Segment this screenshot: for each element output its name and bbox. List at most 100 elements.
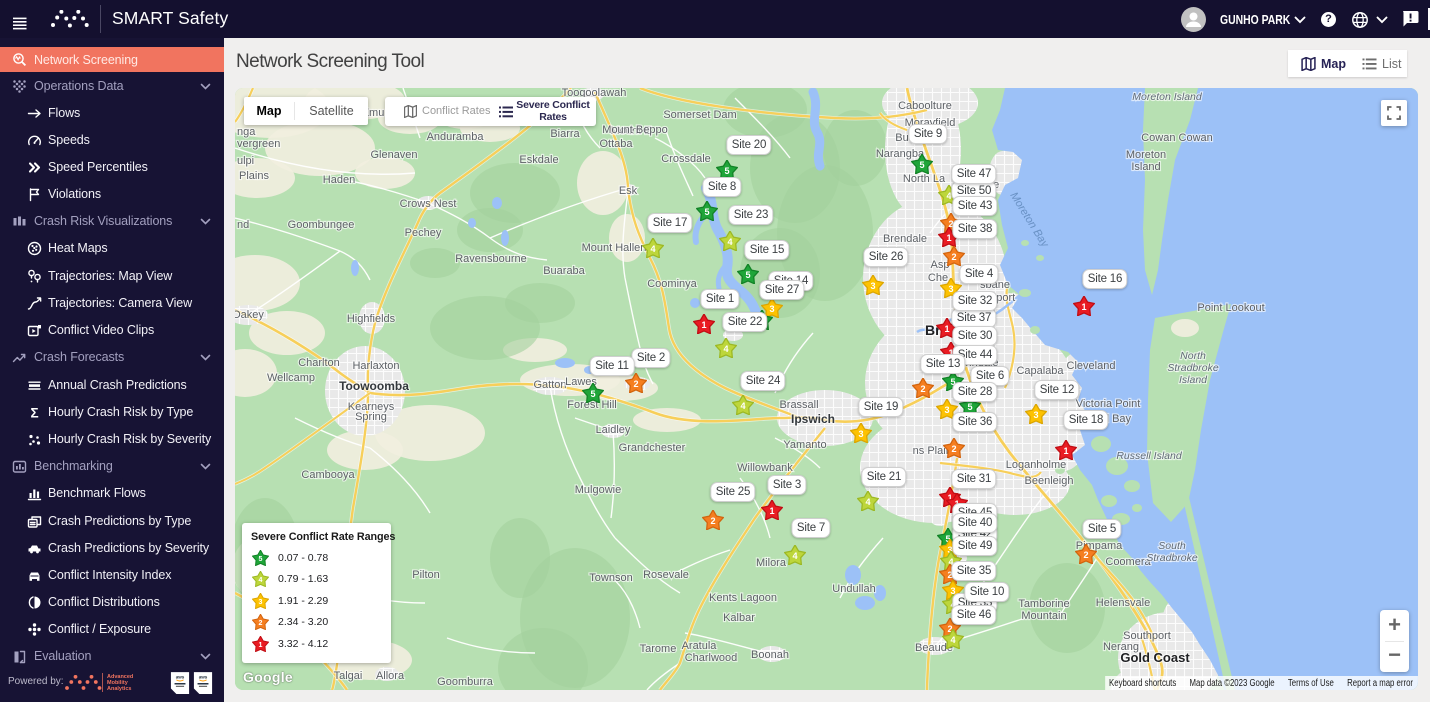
svg-text:Ipswich: Ipswich bbox=[791, 412, 835, 426]
svg-text:Pechey: Pechey bbox=[405, 227, 442, 239]
svg-text:Aratula: Aratula bbox=[682, 640, 718, 652]
svg-text:Kalbar: Kalbar bbox=[723, 612, 755, 624]
svg-text:Toowoomba: Toowoomba bbox=[339, 379, 409, 393]
svg-text:2: 2 bbox=[633, 379, 638, 389]
svg-text:3: 3 bbox=[259, 598, 263, 606]
svg-text:5: 5 bbox=[745, 270, 750, 280]
svg-text:Goomburra: Goomburra bbox=[437, 676, 494, 688]
svg-text:Milora: Milora bbox=[756, 557, 787, 569]
svg-text:Mountain: Mountain bbox=[1021, 610, 1066, 622]
svg-text:Harlaxton: Harlaxton bbox=[352, 360, 399, 372]
svg-text:South: South bbox=[1158, 540, 1186, 552]
svg-text:Buaraba: Buaraba bbox=[543, 265, 585, 277]
svg-text:Loganholme: Loganholme bbox=[1006, 459, 1067, 471]
svg-text:3: 3 bbox=[948, 284, 953, 294]
svg-text:Island: Island bbox=[1179, 374, 1208, 386]
svg-text:Eskdale: Eskdale bbox=[519, 154, 558, 166]
svg-text:Rosevale: Rosevale bbox=[643, 569, 689, 581]
svg-text:nga: nga bbox=[237, 126, 256, 138]
svg-text:Townson: Townson bbox=[589, 572, 632, 584]
svg-text:3: 3 bbox=[944, 405, 949, 415]
svg-text:Tarome: Tarome bbox=[640, 643, 677, 655]
svg-text:Allora: Allora bbox=[376, 670, 405, 682]
svg-text:aws: aws bbox=[199, 675, 208, 680]
svg-text:Oakey: Oakey bbox=[235, 309, 264, 321]
svg-text:vergreen: vergreen bbox=[237, 138, 280, 150]
svg-text:Russell Island: Russell Island bbox=[1116, 450, 1183, 462]
svg-text:1: 1 bbox=[769, 506, 774, 516]
svg-text:Charlwood: Charlwood bbox=[685, 652, 738, 664]
svg-text:2: 2 bbox=[951, 252, 956, 262]
svg-text:Talgai: Talgai bbox=[334, 670, 363, 682]
svg-text:Charlton: Charlton bbox=[298, 357, 340, 369]
svg-text:Esk: Esk bbox=[619, 185, 638, 197]
svg-text:1: 1 bbox=[259, 641, 263, 649]
svg-text:Mulgowie: Mulgowie bbox=[575, 484, 621, 496]
svg-text:2: 2 bbox=[1083, 550, 1088, 560]
svg-text:Yamanto: Yamanto bbox=[783, 439, 826, 451]
svg-text:Island: Island bbox=[1131, 161, 1160, 173]
svg-text:5: 5 bbox=[590, 389, 595, 399]
svg-text:1: 1 bbox=[946, 233, 951, 243]
svg-text:Plains: Plains bbox=[239, 170, 269, 182]
svg-text:Point Lookout: Point Lookout bbox=[1197, 302, 1264, 314]
svg-text:North La: North La bbox=[903, 173, 946, 185]
svg-text:Willowbank: Willowbank bbox=[737, 462, 793, 474]
svg-text:Ravensbourne: Ravensbourne bbox=[455, 253, 527, 265]
svg-text:Haden: Haden bbox=[323, 174, 355, 186]
svg-text:Coominya: Coominya bbox=[647, 278, 697, 290]
svg-text:Highfields: Highfields bbox=[347, 313, 396, 325]
svg-text:Capalaba: Capalaba bbox=[1016, 365, 1064, 377]
svg-text:ulpi: ulpi bbox=[237, 155, 254, 167]
svg-text:Victoria Point: Victoria Point bbox=[1076, 398, 1141, 410]
svg-text:4: 4 bbox=[950, 635, 955, 645]
svg-text:5: 5 bbox=[919, 160, 924, 170]
svg-text:Grandchester: Grandchester bbox=[619, 442, 686, 454]
svg-text:4: 4 bbox=[792, 551, 797, 561]
svg-text:5: 5 bbox=[724, 166, 729, 176]
svg-text:1: 1 bbox=[944, 324, 949, 334]
svg-text:Ottaba: Ottaba bbox=[599, 138, 633, 150]
svg-text:4: 4 bbox=[727, 237, 732, 247]
svg-text:Cowan Cowan: Cowan Cowan bbox=[1141, 132, 1213, 144]
svg-text:5: 5 bbox=[967, 402, 972, 412]
svg-text:1: 1 bbox=[1063, 446, 1068, 456]
svg-text:North: North bbox=[1180, 350, 1206, 362]
svg-text:Laidley: Laidley bbox=[596, 424, 631, 436]
svg-text:Stradbroke: Stradbroke bbox=[1146, 552, 1198, 564]
svg-text:Spring: Spring bbox=[355, 411, 387, 423]
svg-text:4: 4 bbox=[865, 497, 870, 507]
svg-text:Somerset Dam: Somerset Dam bbox=[663, 109, 736, 121]
svg-text:4: 4 bbox=[259, 576, 263, 584]
svg-text:Tamborine: Tamborine bbox=[1018, 598, 1069, 610]
svg-text:Southport: Southport bbox=[1123, 630, 1171, 642]
svg-text:Coomera: Coomera bbox=[1105, 556, 1151, 568]
svg-text:2: 2 bbox=[710, 516, 715, 526]
svg-text:5: 5 bbox=[704, 207, 709, 217]
svg-text:Glenaven: Glenaven bbox=[370, 149, 417, 161]
svg-text:Kents Lagoon: Kents Lagoon bbox=[709, 592, 777, 604]
svg-text:Σ: Σ bbox=[30, 405, 38, 420]
svg-text:Stradbroke: Stradbroke bbox=[1167, 362, 1219, 374]
svg-text:3: 3 bbox=[858, 429, 863, 439]
svg-text:Boonah: Boonah bbox=[751, 649, 789, 661]
svg-text:1: 1 bbox=[701, 320, 706, 330]
svg-text:Undullah: Undullah bbox=[832, 583, 875, 595]
svg-text:2: 2 bbox=[259, 619, 263, 627]
svg-text:3: 3 bbox=[870, 281, 875, 291]
svg-text:Caboolture: Caboolture bbox=[898, 100, 952, 112]
svg-text:4: 4 bbox=[723, 344, 728, 354]
svg-text:Wellcamp: Wellcamp bbox=[267, 372, 315, 384]
svg-text:1: 1 bbox=[1081, 302, 1086, 312]
svg-text:aws: aws bbox=[176, 675, 185, 680]
svg-text:2: 2 bbox=[920, 384, 925, 394]
svg-text:Gold Coast: Gold Coast bbox=[1120, 650, 1190, 665]
svg-text:Brassall: Brassall bbox=[779, 399, 818, 411]
svg-text:4: 4 bbox=[650, 244, 655, 254]
svg-text:Biarra: Biarra bbox=[550, 128, 580, 140]
svg-text:Crows Nest: Crows Nest bbox=[400, 198, 457, 210]
svg-text:nd: nd bbox=[237, 219, 249, 231]
svg-text:Mount Hallen: Mount Hallen bbox=[582, 242, 647, 254]
svg-text:2: 2 bbox=[951, 444, 956, 454]
svg-text:Cleveland: Cleveland bbox=[1067, 360, 1116, 372]
